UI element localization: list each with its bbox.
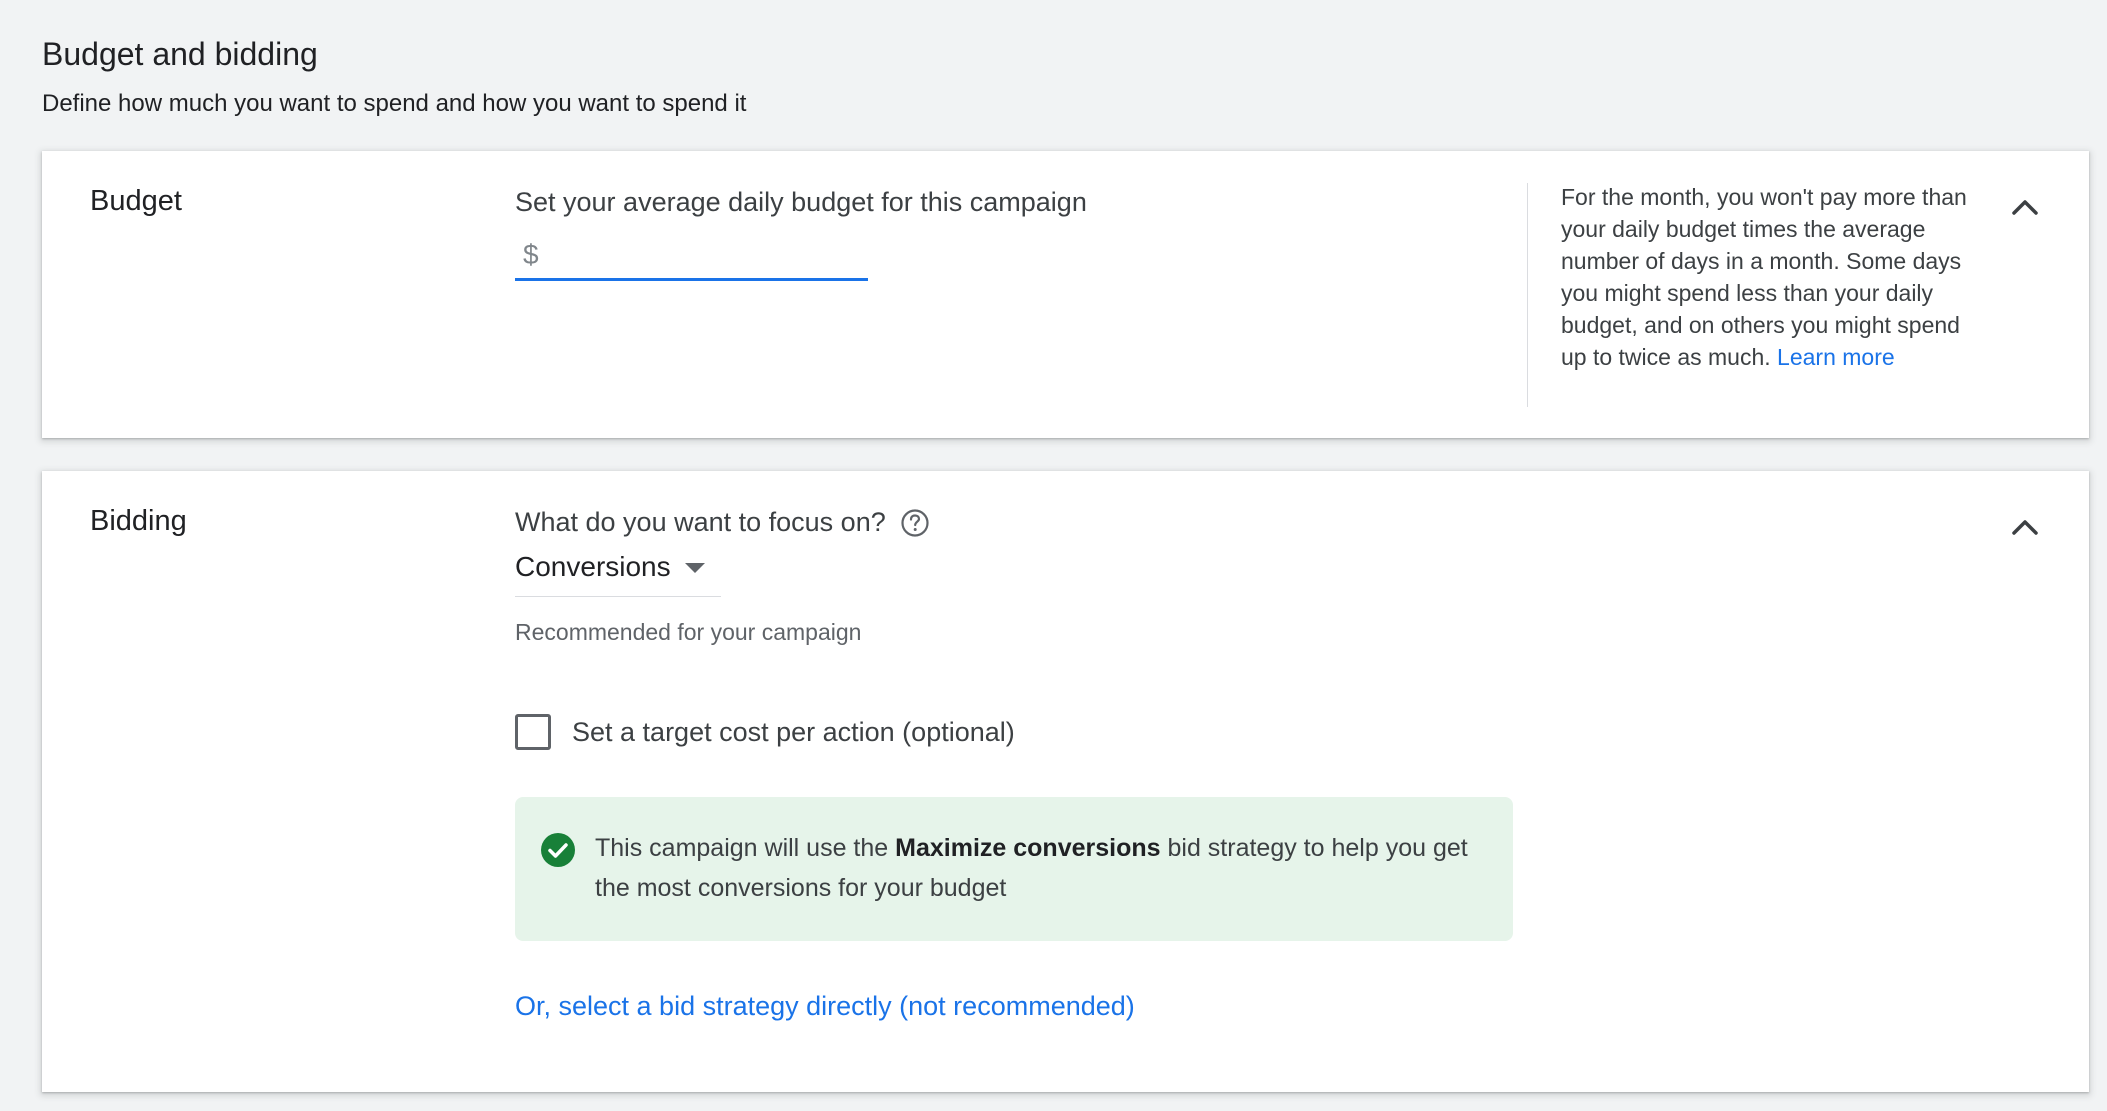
- help-divider: [1527, 183, 1528, 407]
- daily-budget-input[interactable]: [551, 233, 861, 277]
- budget-card: Budget Set your average daily budget for…: [42, 151, 2089, 438]
- budget-help-body: For the month, you won't pay more than y…: [1561, 184, 1967, 370]
- info-strategy-name: Maximize conversions: [895, 834, 1161, 862]
- target-cpa-checkbox[interactable]: [515, 714, 551, 750]
- budget-help-text: For the month, you won't pay more than y…: [1561, 181, 1969, 373]
- info-prefix: This campaign will use the: [595, 834, 889, 862]
- chevron-up-icon: [2012, 520, 2038, 535]
- bidding-label: Bidding: [90, 505, 187, 537]
- budget-collapse-button[interactable]: [2005, 187, 2045, 227]
- focus-select-value: Conversions: [515, 551, 671, 582]
- budget-bidding-page: Budget and bidding Define how much you w…: [0, 0, 2107, 1111]
- bid-strategy-info-box: This campaign will use the Maximize conv…: [515, 797, 1513, 941]
- check-circle-icon: [541, 833, 575, 867]
- help-circle-icon[interactable]: [900, 508, 930, 538]
- section-subtitle: Define how much you want to spend and ho…: [42, 90, 747, 117]
- focus-question-text: What do you want to focus on?: [515, 507, 886, 537]
- budget-prompt: Set your average daily budget for this c…: [515, 187, 1087, 217]
- bidding-collapse-button[interactable]: [2005, 507, 2045, 547]
- select-bid-strategy-link[interactable]: Or, select a bid strategy directly (not …: [515, 991, 1135, 1022]
- dropdown-arrow-icon: [684, 563, 705, 573]
- focus-select[interactable]: Conversions: [515, 551, 721, 597]
- chevron-up-icon: [2012, 200, 2038, 215]
- bid-strategy-info-text: This campaign will use the Maximize conv…: [595, 828, 1475, 908]
- learn-more-link[interactable]: Learn more: [1777, 344, 1895, 370]
- target-cpa-checkbox-row[interactable]: Set a target cost per action (optional): [515, 714, 1015, 750]
- currency-prefix: $: [523, 239, 539, 270]
- bidding-card: Bidding What do you want to focus on? Co…: [42, 471, 2089, 1092]
- target-cpa-label[interactable]: Set a target cost per action (optional): [572, 717, 1015, 748]
- budget-input-field[interactable]: $: [515, 233, 868, 281]
- section-title: Budget and bidding: [42, 36, 318, 72]
- budget-label: Budget: [90, 185, 182, 217]
- recommended-text: Recommended for your campaign: [515, 619, 862, 645]
- focus-question: What do you want to focus on?: [515, 507, 930, 538]
